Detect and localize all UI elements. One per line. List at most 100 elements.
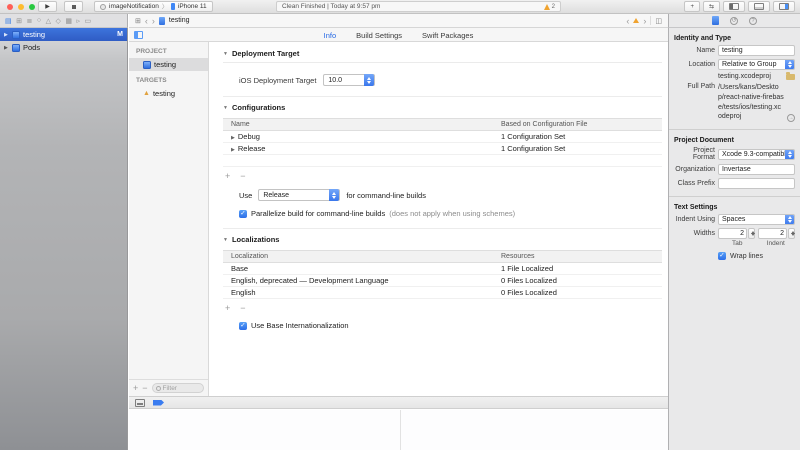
dropdown-arrows-icon[interactable] (785, 149, 794, 160)
scheme-name[interactable]: imageNotification (109, 3, 159, 10)
toggle-debug-area-button[interactable] (748, 1, 770, 12)
disclosure-icon[interactable]: ▶ (231, 147, 235, 153)
issue-warning-icon[interactable] (633, 18, 639, 23)
test-navigator-icon[interactable]: ◇ (56, 17, 61, 25)
indent-width-value[interactable]: 2 (758, 228, 787, 239)
add-localization-button[interactable]: + (225, 304, 230, 313)
report-navigator-icon[interactable]: ▭ (85, 17, 92, 25)
dropdown-arrows-icon[interactable] (329, 189, 339, 201)
disclosure-icon[interactable]: ▶ (4, 45, 9, 51)
find-navigator-icon[interactable]: ○ (37, 17, 41, 24)
jumpbar-file-name[interactable]: testing (169, 17, 190, 24)
library-button[interactable]: + (684, 1, 700, 12)
remove-localization-button[interactable]: − (240, 304, 245, 313)
editor-layout-icon[interactable]: ◫ (655, 17, 662, 25)
editor-mode-button[interactable]: ⇆ (703, 1, 720, 12)
location-popup[interactable]: Relative to Group (718, 59, 795, 70)
organization-field[interactable]: Invertase (718, 164, 795, 175)
navigator-item-pods[interactable]: ▶ Pods (0, 41, 127, 54)
remove-configuration-button[interactable]: − (240, 172, 245, 181)
name-field[interactable]: testing (718, 45, 795, 56)
scheme-device[interactable]: iPhone 11 (178, 3, 207, 10)
project-editor-content: ▼ Deployment Target iOS Deployment Targe… (210, 42, 668, 396)
minimize-button[interactable] (18, 4, 24, 10)
breakpoint-navigator-icon[interactable]: ▹ (77, 17, 81, 25)
add-target-button[interactable]: + (133, 384, 138, 393)
remove-target-button[interactable]: − (142, 384, 147, 393)
forward-button[interactable]: › (152, 17, 155, 25)
section-title: Configurations (232, 103, 285, 112)
source-control-navigator-icon[interactable]: ⊞ (16, 17, 22, 25)
disclosure-icon[interactable]: ▶ (231, 135, 235, 141)
table-row[interactable]: English 0 Files Localized (223, 287, 662, 299)
navigator-item-testing[interactable]: ▶ testing M (0, 28, 127, 41)
fullscreen-button[interactable] (29, 4, 35, 10)
localization-name: Base (223, 263, 493, 275)
base-internationalization-checkbox[interactable]: ✓ (239, 322, 247, 330)
history-inspector-icon[interactable]: ↺ (730, 17, 738, 25)
indent-sublabel: Indent (757, 240, 796, 247)
folder-icon[interactable] (786, 74, 795, 80)
sidebar-item-project-testing[interactable]: testing (129, 58, 208, 71)
stepper-arrows-icon[interactable] (788, 228, 795, 239)
hide-debug-area-icon[interactable] (135, 399, 145, 407)
play-icon: ▶ (45, 3, 50, 10)
tab-width-stepper[interactable]: 2 (718, 228, 755, 239)
deployment-target-combo[interactable]: 10.0 (323, 74, 375, 86)
toggle-inspector-button[interactable] (773, 1, 795, 12)
tab-info[interactable]: Info (324, 31, 337, 40)
back-button[interactable]: ‹ (145, 17, 148, 25)
dropdown-arrows-icon[interactable] (364, 74, 374, 86)
symbol-navigator-icon[interactable]: ≣ (27, 17, 33, 25)
class-prefix-field[interactable] (718, 178, 795, 189)
file-inspector-icon[interactable] (712, 16, 719, 25)
indent-using-row: Indent Using Spaces (674, 214, 795, 225)
sidebar-item-target-testing[interactable]: ▲ testing (129, 87, 208, 100)
reveal-arrow-icon[interactable]: → (787, 114, 795, 122)
next-issue-button[interactable]: › (643, 17, 646, 25)
dropdown-arrows-icon[interactable] (785, 214, 794, 225)
wrap-lines-checkbox[interactable]: ✓ (718, 252, 726, 260)
stepper-arrows-icon[interactable] (748, 228, 755, 239)
tab-swift-packages[interactable]: Swift Packages (422, 31, 473, 40)
widths-label: Widths (674, 230, 715, 237)
disclosure-icon[interactable]: ▼ (223, 51, 228, 57)
command-line-config-popup[interactable]: Release (258, 189, 340, 201)
parallelize-checkbox[interactable]: ✓ (239, 210, 247, 218)
app-target-icon: ▲ (143, 90, 150, 97)
disclosure-icon[interactable]: ▼ (223, 237, 228, 243)
table-row[interactable]: English, deprecated — Development Langua… (223, 275, 662, 287)
indent-using-popup[interactable]: Spaces (718, 214, 795, 225)
tab-width-value[interactable]: 2 (718, 228, 747, 239)
scheme-selector[interactable]: imageNotification 〉 iPhone 11 (94, 1, 213, 12)
warning-icon (544, 4, 550, 10)
indent-width-stepper[interactable]: 2 (758, 228, 795, 239)
table-row[interactable]: Base 1 File Localized (223, 263, 662, 275)
disclosure-icon[interactable]: ▼ (223, 105, 228, 111)
table-row[interactable]: ▶Debug 1 Configuration Set (223, 131, 662, 143)
add-configuration-button[interactable]: + (225, 172, 230, 181)
project-format-popup[interactable]: Xcode 9.3-compatible (718, 149, 795, 160)
debug-area-divider[interactable] (400, 410, 401, 450)
debug-navigator-icon[interactable]: ▦ (65, 17, 72, 25)
indent-using-value: Spaces (722, 216, 745, 223)
breakpoints-toggle-icon[interactable] (153, 400, 164, 406)
filter-input[interactable]: Filter (152, 383, 204, 393)
quick-help-inspector-icon[interactable]: ? (749, 17, 757, 25)
jumpbar-divider (650, 16, 651, 25)
issue-navigator-icon[interactable]: △ (46, 17, 51, 25)
table-row[interactable]: ▶Release 1 Configuration Set (223, 143, 662, 155)
run-button[interactable]: ▶ (38, 1, 57, 12)
previous-issue-button[interactable]: ‹ (626, 17, 629, 25)
disclosure-icon[interactable]: ▶ (4, 32, 9, 38)
full-path-value: /Users/kans/Desktop/react-native-firebas… (718, 83, 784, 122)
warning-badge[interactable]: 2 (544, 4, 555, 10)
close-button[interactable] (7, 4, 13, 10)
project-navigator-icon[interactable]: ▤ (5, 17, 12, 25)
section-divider (223, 228, 662, 229)
dropdown-arrows-icon[interactable] (785, 59, 794, 70)
stop-button[interactable] (64, 1, 83, 12)
toggle-navigator-button[interactable] (723, 1, 745, 12)
related-items-icon[interactable]: ⊞ (135, 17, 141, 25)
tab-build-settings[interactable]: Build Settings (356, 31, 402, 40)
